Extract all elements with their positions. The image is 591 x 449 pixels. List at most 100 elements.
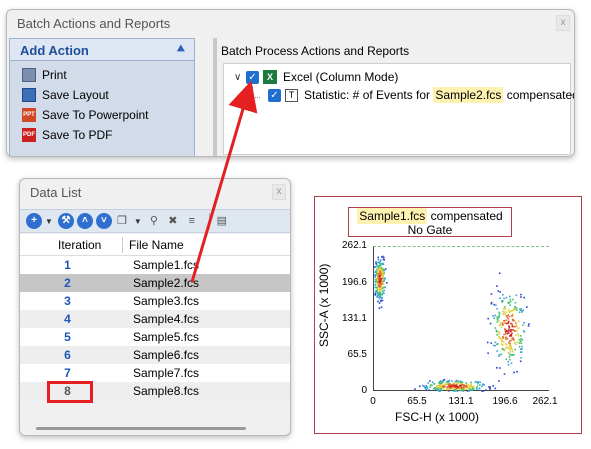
column-header-file-name[interactable]: File Name (129, 238, 290, 252)
table-row[interactable]: 1 Sample1.fcs (20, 256, 290, 274)
sort-icon[interactable]: ≡ (185, 214, 199, 228)
scatter-point (490, 293, 493, 295)
chevron-down-icon[interactable]: ∨ (234, 72, 246, 83)
scatter-point (504, 322, 506, 324)
scatter-point (437, 384, 440, 387)
scatter-point (470, 383, 472, 386)
scatter-point (507, 351, 510, 354)
table-row[interactable]: 5 Sample5.fcs (20, 328, 290, 346)
scatter-point (386, 282, 388, 284)
scatter-point (500, 326, 503, 328)
scatter-point (487, 352, 489, 354)
wrench-icon[interactable]: ⚒ (57, 213, 74, 229)
collapse-icon[interactable]: ⯅ (176, 41, 186, 57)
scatter-point (440, 388, 443, 390)
action-save-powerpoint[interactable]: PPT Save To Powerpoint (22, 105, 182, 125)
scatter-point (505, 337, 507, 340)
scatter-point (517, 335, 520, 337)
scatter-point (512, 298, 514, 301)
scatter-point (422, 384, 424, 387)
scatter-point (520, 351, 523, 353)
move-up-icon[interactable]: ˄ (76, 213, 93, 229)
scatter-point (498, 333, 500, 336)
scatter-point (455, 379, 458, 382)
action-save-layout[interactable]: Save Layout (22, 85, 182, 105)
checkbox-checked[interactable]: ✓ (246, 70, 259, 84)
action-print[interactable]: Print (22, 65, 182, 85)
properties-icon[interactable]: ▤ (215, 214, 229, 228)
tree-root-row[interactable]: ∨ ✓ X Excel (Column Mode) (234, 68, 398, 86)
scatter-point (511, 350, 514, 353)
scatter-point (374, 271, 376, 274)
scatter-point (498, 355, 500, 357)
scatter-point (380, 266, 383, 269)
table-row[interactable]: 4 Sample4.fcs (20, 310, 290, 328)
scatter-point (502, 312, 504, 315)
move-down-icon[interactable]: ˅ (95, 213, 112, 229)
scatter-point (376, 271, 379, 273)
delete-icon[interactable]: ✖ (166, 214, 180, 228)
scatter-point (493, 303, 495, 306)
print-icon (22, 68, 36, 82)
add-action-title: Add Action (20, 43, 89, 58)
scatter-point (504, 333, 507, 335)
scatter-point (449, 388, 452, 390)
file-name-cell: Sample5.fcs (133, 330, 200, 344)
plot-area[interactable] (373, 246, 549, 394)
table-row[interactable]: 6 Sample6.fcs (20, 346, 290, 364)
scatter-point (468, 390, 470, 392)
data-list-toolbar: + ▼ ⚒ ˄ ˅ ❐ ▼ ⚲ ✖ ≡ ▤ (20, 209, 290, 233)
scatter-point (494, 341, 497, 344)
scatter-point (466, 387, 469, 389)
scatter-point (507, 302, 510, 304)
checkbox-checked[interactable]: ✓ (268, 88, 281, 102)
scatter-point (518, 311, 521, 314)
table-row[interactable]: 7 Sample7.fcs (20, 364, 290, 382)
action-save-pdf[interactable]: PDF Save To PDF (22, 125, 182, 145)
close-button[interactable]: x (556, 15, 570, 31)
scatter-point (378, 307, 381, 309)
scatter-point (486, 341, 489, 344)
scatter-point (518, 342, 521, 344)
search-icon[interactable]: ⚲ (147, 214, 161, 228)
scatter-point (431, 384, 433, 387)
scatter-point (494, 387, 497, 390)
scatter-point (450, 384, 453, 386)
scatter-point (502, 293, 504, 296)
scatter-point (374, 276, 377, 278)
add-action-header[interactable]: Add Action ⯅ (10, 39, 194, 61)
scatter-point (502, 336, 504, 339)
dot-plot[interactable]: Sample1.fcs compensated No Gate 262.1 19… (314, 196, 582, 434)
copy-icon[interactable]: ❐ (115, 214, 129, 228)
table-row-selected[interactable]: 2 Sample2.fcs (20, 274, 290, 292)
scatter-point (503, 306, 506, 308)
scatter-point (523, 321, 525, 324)
scatter-point (455, 382, 458, 384)
scatter-point (479, 381, 482, 384)
scatter-point (522, 324, 524, 326)
scatter-point (374, 278, 377, 281)
scatter-point (511, 314, 514, 317)
scatter-point (414, 388, 416, 390)
chevron-down-icon[interactable]: ▼ (45, 217, 53, 226)
chevron-down-icon[interactable]: ▼ (134, 217, 142, 226)
scatter-point (377, 267, 380, 269)
table-row[interactable]: 3 Sample3.fcs (20, 292, 290, 310)
close-button[interactable]: x (272, 184, 286, 200)
column-header-iteration[interactable]: Iteration (20, 238, 122, 252)
scatter-point (380, 298, 383, 300)
scatter-point (521, 345, 523, 348)
add-icon[interactable]: + (26, 213, 42, 229)
scatter-point (504, 329, 506, 331)
horizontal-scrollbar[interactable] (36, 427, 246, 430)
scatter-point (456, 390, 459, 393)
scatter-point (496, 319, 499, 321)
scatter-points (374, 255, 530, 394)
iteration-cell: 5 (64, 330, 71, 344)
scatter-point (508, 356, 511, 358)
scatter-point (499, 367, 501, 369)
panel-splitter[interactable] (213, 38, 217, 156)
scatter-point (528, 323, 530, 325)
scatter-point (511, 323, 514, 326)
tree-child-row[interactable]: ✓ T Statistic: # of Events for Sample2.f… (268, 86, 574, 104)
